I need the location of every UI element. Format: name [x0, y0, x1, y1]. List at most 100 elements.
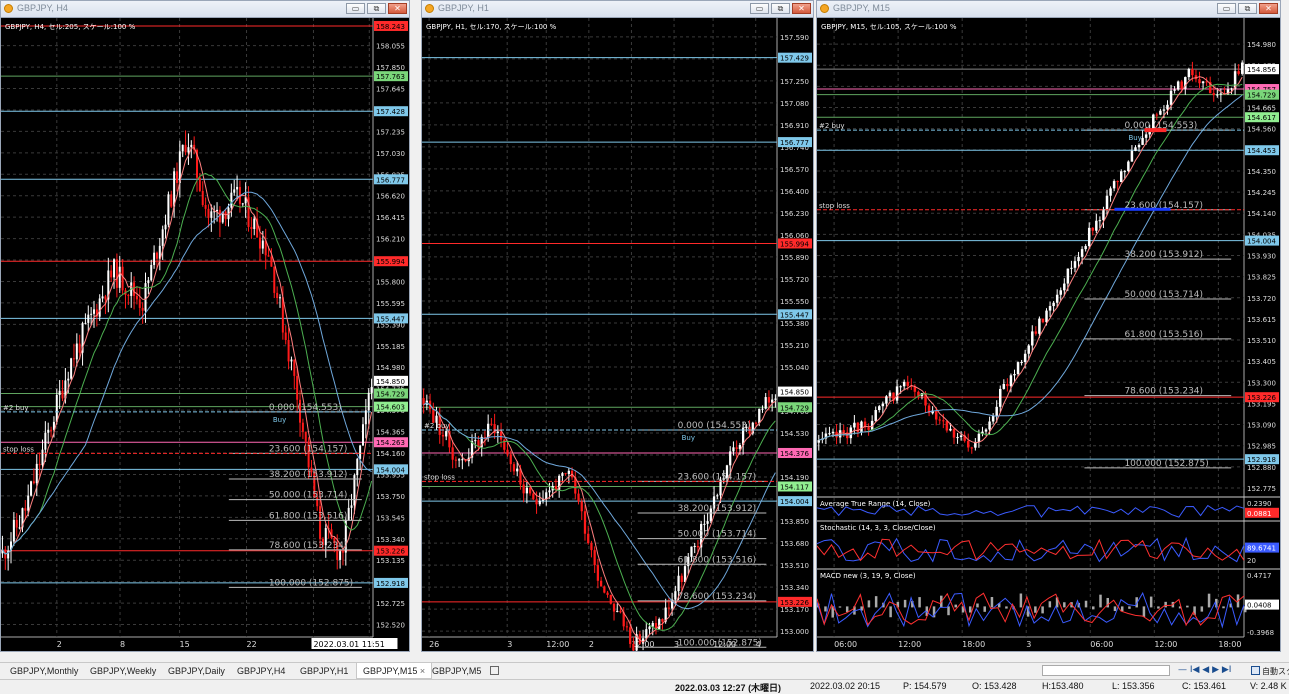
close-button[interactable]: ✕	[792, 3, 811, 14]
chart-background	[817, 18, 1280, 651]
candle-body	[1055, 294, 1059, 303]
candle-body	[509, 454, 512, 465]
candle-body	[1105, 195, 1109, 210]
level-price-label: 154.729	[376, 390, 405, 398]
candle-body	[364, 410, 367, 425]
candle-body	[596, 565, 600, 581]
candle-body	[201, 190, 204, 205]
candle-body	[153, 252, 156, 265]
candle-body	[956, 437, 959, 439]
candle-body	[499, 431, 503, 440]
chart-window-h4[interactable]: GBPJPY, H4 ▭ ⧉ ✕ 158.055 157.850 157.645 15…	[0, 0, 410, 652]
buy-order-label: #2 buy	[424, 422, 450, 430]
minimize-button[interactable]: ▭	[1217, 3, 1236, 14]
macd-histogram-bar	[1120, 606, 1124, 612]
candle-body	[104, 296, 107, 300]
level-price-label: 156.777	[376, 176, 405, 184]
fibonacci-level-label: 100.000 (152.875)	[678, 638, 762, 648]
tab-gbpjpy-h1[interactable]: GBPJPY,H1	[300, 666, 348, 676]
candle-body	[55, 394, 58, 422]
window-titlebar[interactable]: GBPJPY, M15 ▭ ⧉ ✕	[817, 1, 1280, 18]
status-bar-time: 2022.03.02 20:15	[810, 681, 881, 691]
candle-body	[995, 406, 998, 416]
candle-body	[528, 487, 532, 494]
candle-body	[771, 399, 774, 403]
tab-close-icon[interactable]: ×	[420, 666, 425, 676]
price-tick-label: 153.615	[1247, 316, 1276, 324]
tab-gbpjpy-weekly[interactable]: GBPJPY,Weekly	[90, 666, 156, 676]
candle-body	[1109, 188, 1112, 196]
candle-body	[645, 629, 648, 639]
macd-histogram-bar	[990, 597, 994, 608]
maximize-button[interactable]: ⧉	[1238, 3, 1257, 14]
tab-gbpjpy-monthly[interactable]: GBPJPY,Monthly	[10, 666, 78, 676]
candle-body	[991, 415, 995, 422]
price-tick-label: 155.380	[780, 320, 809, 328]
time-tick-label: 8	[120, 640, 125, 649]
indicator-scale-top: 0.2390	[1247, 500, 1272, 508]
candle-body	[207, 208, 210, 218]
close-button[interactable]: ✕	[1259, 3, 1278, 14]
nav-controls[interactable]: — I◀ ◀ ▶ ▶I	[1178, 665, 1231, 675]
tab-menu-icon[interactable]	[490, 666, 499, 675]
candle-body	[966, 440, 970, 448]
macd-histogram-bar	[874, 596, 878, 608]
candle-body	[118, 266, 121, 288]
candle-body	[1230, 88, 1233, 90]
price-chart-h4[interactable]: 158.055157.850157.645157.440157.235157.0…	[1, 18, 409, 651]
tab-label: GBPJPY,M15	[363, 666, 418, 676]
price-tick-label: 153.405	[1247, 358, 1276, 366]
horizontal-scrollbar[interactable]	[1042, 665, 1170, 676]
price-tick-label: 155.185	[376, 343, 405, 351]
macd-histogram-bar	[1113, 606, 1117, 612]
tab-gbpjpy-m5[interactable]: GBPJPY,M5	[432, 666, 481, 676]
candle-body	[817, 440, 821, 443]
candle-body	[1102, 209, 1105, 221]
macd-histogram-bar	[968, 606, 972, 613]
candle-body	[506, 449, 509, 455]
candle-body	[888, 392, 892, 397]
macd-histogram-bar	[1164, 601, 1167, 608]
candle-body	[1198, 79, 1201, 84]
candle-body	[490, 423, 493, 425]
price-chart-h1[interactable]: 157.590157.420157.250157.080156.910156.7…	[422, 18, 813, 651]
candle-body	[1006, 383, 1009, 387]
tab-gbpjpy-h4[interactable]: GBPJPY,H4	[237, 666, 285, 676]
candle-body	[167, 194, 170, 225]
price-tick-label: 153.510	[780, 562, 809, 570]
maximize-button[interactable]: ⧉	[771, 3, 790, 14]
level-price-label: 156.777	[780, 139, 809, 147]
candle-body	[1237, 71, 1240, 74]
time-tick-label: 06:00	[1090, 640, 1113, 649]
minimize-button[interactable]: ▭	[750, 3, 769, 14]
fibonacci-level-label: 78.600 (153.234)	[678, 592, 757, 602]
autoscroll-icon[interactable]	[1251, 666, 1260, 675]
price-tick-label: 154.530	[780, 430, 809, 438]
fibonacci-level-label: 50.000 (153.714)	[678, 530, 757, 540]
candle-body	[47, 429, 50, 433]
maximize-button[interactable]: ⧉	[367, 3, 386, 14]
stop-loss-label: stop loss	[819, 202, 850, 210]
candle-body	[1162, 109, 1166, 111]
candle-body	[347, 507, 350, 520]
time-tick-label: 2	[57, 640, 62, 649]
level-price-label: 158.243	[376, 23, 405, 31]
fibonacci-level-label: 78.600 (153.234)	[1124, 387, 1203, 397]
price-tick-label: 153.825	[1247, 274, 1276, 282]
candle-body	[1187, 69, 1191, 78]
chart-window-h1[interactable]: GBPJPY, H1 ▭ ⧉ ✕ 157.590157.420157.25015…	[421, 0, 814, 652]
candle-body	[1031, 331, 1034, 346]
chart-window-m15[interactable]: GBPJPY, M15 ▭ ⧉ ✕ 154.980154.875154.7701…	[816, 0, 1281, 652]
price-chart-m15[interactable]: 154.980154.875154.770154.665154.560154.4…	[817, 18, 1280, 651]
tab-gbpjpy-m15[interactable]: GBPJPY,M15 ×	[356, 663, 433, 679]
price-tick-label: 157.645	[376, 86, 405, 94]
candle-body	[267, 255, 270, 257]
candle-body	[625, 626, 629, 628]
tab-gbpjpy-daily[interactable]: GBPJPY,Daily	[168, 666, 225, 676]
candle-body	[1116, 181, 1119, 183]
window-titlebar[interactable]: GBPJPY, H4 ▭ ⧉ ✕	[1, 1, 409, 18]
minimize-button[interactable]: ▭	[346, 3, 365, 14]
close-button[interactable]: ✕	[388, 3, 407, 14]
window-titlebar[interactable]: GBPJPY, H1 ▭ ⧉ ✕	[422, 1, 813, 18]
price-tick-label: 158.055	[376, 43, 405, 51]
